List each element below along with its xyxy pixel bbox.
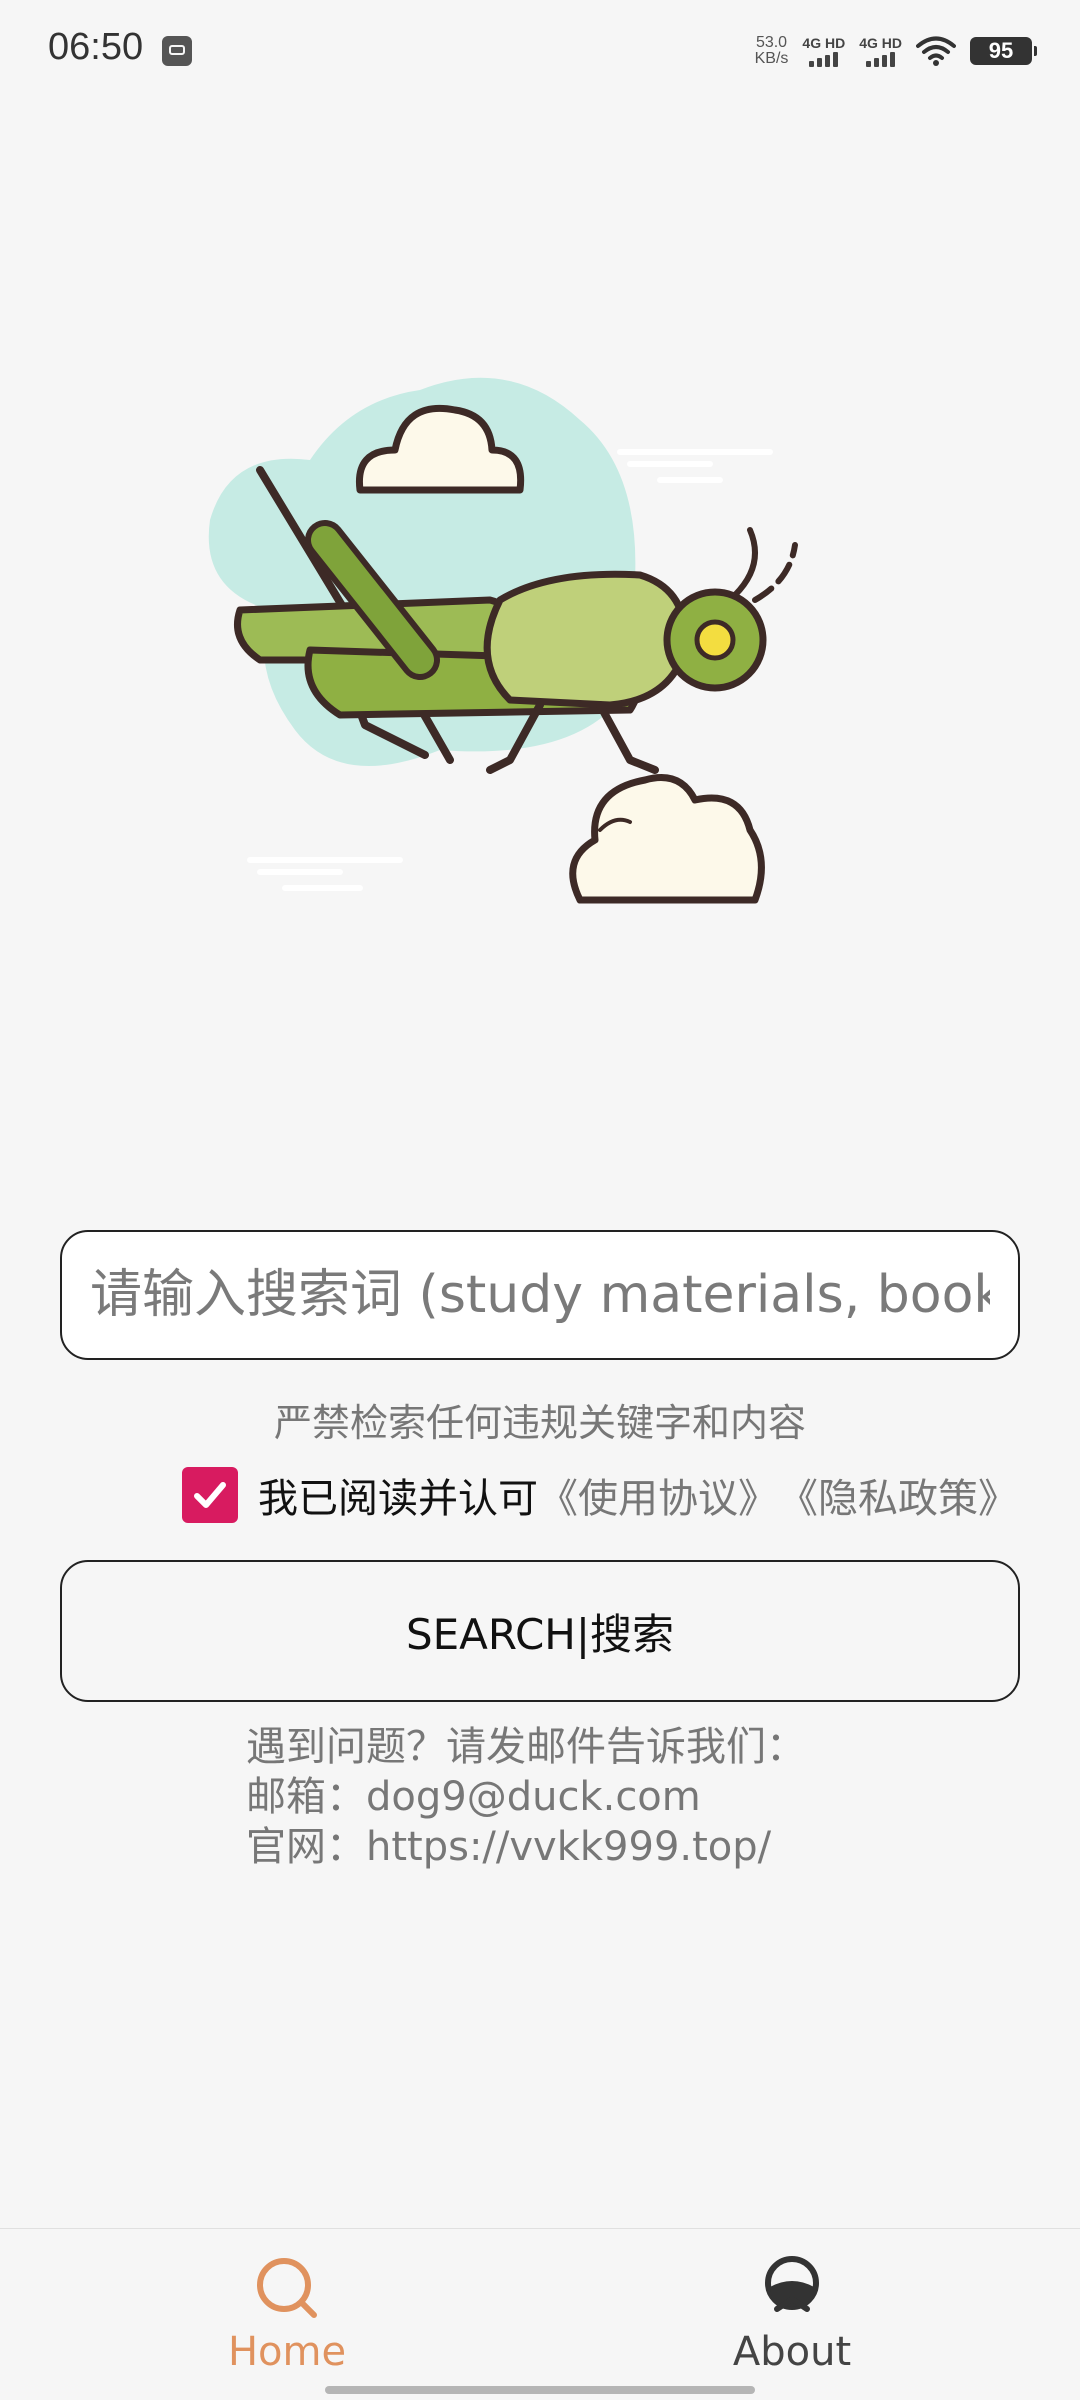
search-button[interactable]: SEARCH|搜索 (60, 1560, 1020, 1702)
contact-info: 遇到问题？请发邮件告诉我们： 邮箱：dog9@duck.com 官网：https… (246, 1722, 806, 1872)
battery-icon: 95 (970, 37, 1037, 65)
signal-bars-icon (866, 51, 896, 67)
search-box (60, 1230, 1020, 1360)
signal-bars-icon (809, 51, 839, 67)
content-warning: 严禁检索任何违规关键字和内容 (273, 1401, 806, 1445)
network-speed-value: 53.0 (755, 34, 788, 51)
agreement-row: 我已阅读并认可 《使用协议》 《隐私政策》 (182, 1466, 1018, 1524)
terms-link[interactable]: 《使用协议》 (538, 1466, 778, 1524)
battery-level: 95 (988, 38, 1014, 63)
network-speed-unit: KB/s (754, 50, 789, 67)
status-bar: 06:50 53.0 KB/s 4G HD 4G HD 95 (0, 0, 1080, 100)
sim1-label: 4G HD (802, 35, 846, 51)
wifi-icon (916, 36, 956, 66)
sim1-signal: 4G HD (802, 35, 845, 67)
nav-home[interactable]: Home (137, 2229, 437, 2400)
check-icon (194, 1482, 226, 1508)
bottom-navigation: Home About (0, 2228, 1080, 2400)
nav-home-label: Home (227, 2329, 347, 2375)
ghost-avatar-icon (765, 2256, 819, 2312)
agree-checkbox[interactable] (182, 1467, 238, 1523)
contact-email: 邮箱：dog9@duck.com (246, 1774, 701, 1820)
nav-about[interactable]: About (642, 2229, 942, 2400)
agree-label: 我已阅读并认可 (258, 1476, 538, 1522)
sim2-label: 4G HD (859, 35, 902, 51)
app-screen: 06:50 53.0 KB/s 4G HD 4G HD 95 请输入搜索词 (s… (0, 0, 1080, 2400)
notification-app-icon (162, 36, 192, 66)
home-indicator[interactable] (325, 2386, 755, 2394)
privacy-link[interactable]: 《隐私政策》 (778, 1466, 1018, 1524)
nav-about-label: About (732, 2329, 852, 2375)
search-input[interactable] (62, 1232, 1018, 1358)
search-icon (257, 2258, 317, 2318)
status-time: 06:50 (48, 26, 144, 68)
status-indicators: 53.0 KB/s 4G HD 4G HD 95 (755, 28, 1037, 74)
contact-website: 官网：https://vvkk999.top/ (246, 1824, 772, 1870)
network-speed: 53.0 KB/s (755, 35, 789, 67)
sim2-signal: 4G HD (859, 35, 902, 67)
grasshopper-illustration (208, 377, 798, 904)
contact-prompt: 遇到问题？请发邮件告诉我们： (246, 1724, 806, 1770)
